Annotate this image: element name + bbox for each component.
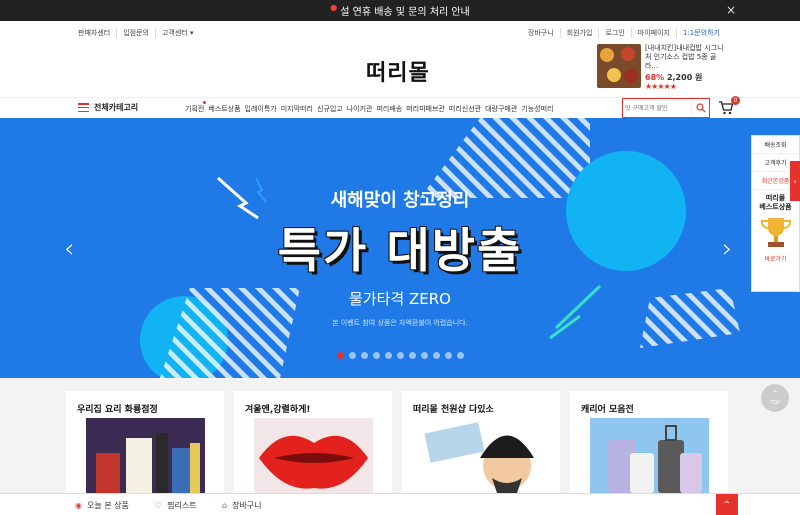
product-card-title: 떠리몰 천원샵 다있소: [413, 405, 494, 415]
recent-viewed-label: 오늘 본 상품: [86, 501, 129, 510]
slide-dot[interactable]: [385, 352, 392, 359]
search-input[interactable]: [623, 104, 691, 112]
promo-price: 68% 2,200 원: [645, 73, 725, 82]
promo-name: [내내치킨]내내컵밥 시그니처 인기소스 컵밥 5종 골라...: [645, 44, 724, 70]
mypage-link[interactable]: 마이페이지: [630, 28, 676, 38]
nav-item-nike[interactable]: 나이키관: [347, 104, 373, 114]
lips-image: [254, 418, 373, 493]
page: ● 설 연휴 배송 및 문의 처리 안내 × 판매자센터 입점문의 고객센터 ▾…: [0, 0, 800, 515]
product-sections: 우리집 요리 화룡점정 겨울엔,강렬하게! 떠리몰 천원샵 다있소 캐리어 모음…: [66, 391, 738, 493]
cart-link[interactable]: 장바구니: [522, 28, 560, 38]
promo-price-value: 2,200 원: [666, 73, 703, 82]
promo-thumbnail: [597, 44, 641, 88]
slide-dot[interactable]: [349, 352, 356, 359]
promo-info: [내내치킨]내내컵밥 시그니처 인기소스 컵밥 5종 골라... 68% 2,2…: [645, 44, 725, 91]
search-icon: [695, 103, 705, 113]
close-icon[interactable]: ×: [726, 3, 736, 17]
seller-center-link[interactable]: 판매자센터: [78, 28, 116, 38]
scroll-top-button[interactable]: ⌃ TOP: [761, 384, 789, 412]
side-more-link[interactable]: 바로가기: [752, 250, 799, 267]
bottom-cart-label: 장바구니: [232, 501, 262, 510]
bag-icon: ⌂: [222, 501, 228, 510]
slide-dot[interactable]: [457, 352, 464, 359]
heart-icon: ♡: [155, 501, 163, 510]
side-delivery-link[interactable]: 배송조회: [752, 136, 799, 154]
slide-dot[interactable]: [373, 352, 380, 359]
product-card[interactable]: 우리집 요리 화룡점정: [66, 391, 224, 493]
floating-side-panel: 배송조회 고객후기 최근본상품 떠리몰 베스트상품 바로가기 ‹: [751, 135, 800, 292]
bottom-cart-button[interactable]: ⌂ 장바구니: [222, 500, 262, 511]
inquiry-link[interactable]: 1:1문의하기: [675, 28, 726, 38]
util-links-right: 장바구니 회원가입 로그인 마이페이지 1:1문의하기: [522, 28, 726, 38]
slide-dot[interactable]: [337, 352, 344, 359]
partner-inquiry-link[interactable]: 입점문의: [116, 28, 155, 38]
nav-item-bulk[interactable]: 대량구매관: [485, 104, 517, 114]
star-rating-icon: ★★★★★: [645, 82, 677, 91]
slide-dot[interactable]: [409, 352, 416, 359]
cart-count-badge: 0: [731, 96, 740, 105]
recent-viewed-button[interactable]: ◉ 오늘 본 상품: [75, 500, 129, 511]
wishlist-button[interactable]: ♡ 찜리스트: [155, 500, 197, 511]
nav-menu: 기획전 베스트상품 입레이특가 미지막떠리 신규입고 나이키관 떠리배송 떠리피…: [185, 101, 557, 114]
menu-icon: [78, 103, 89, 112]
nav-item-last[interactable]: 미지막떠리: [281, 104, 313, 114]
nav-item-fashion[interactable]: 떠리피패브관: [406, 104, 445, 114]
king-character-image: [422, 418, 541, 493]
main-nav: 전체카테고리 기획전 베스트상품 입레이특가 미지막떠리 신규입고 나이키관 떠…: [0, 96, 800, 118]
promo-product[interactable]: [내내치킨]내내컵밥 시그니처 인기소스 컵밥 5종 골라... 68% 2,2…: [597, 44, 727, 91]
notice-dot-icon: ●: [330, 3, 338, 12]
slide-dot[interactable]: [361, 352, 368, 359]
slide-dot[interactable]: [445, 352, 452, 359]
hero-note: 본 이벤트 참여 상품은 차액환불이 어렵습니다.: [332, 319, 468, 327]
nav-item-special[interactable]: 입레이특가: [245, 104, 277, 114]
hero-title: 특가 대방출: [277, 224, 523, 279]
cart-button[interactable]: 0: [718, 96, 740, 116]
notice-bar[interactable]: ● 설 연휴 배송 및 문의 처리 안내 ×: [0, 0, 800, 21]
nav-item-delivery[interactable]: 떠리배송: [376, 104, 402, 114]
promo-discount: 68%: [645, 73, 665, 82]
search-button[interactable]: [691, 99, 709, 117]
nav-item-fresh[interactable]: 떠리신선관: [449, 104, 481, 114]
customer-center-link[interactable]: 고객센터 ▾: [154, 28, 200, 38]
trophy-icon: [760, 218, 791, 247]
site-logo[interactable]: 떠리몰: [366, 55, 430, 87]
top-label: TOP: [769, 400, 780, 406]
util-links-left: 판매자센터 입점문의 고객센터 ▾: [78, 28, 199, 38]
product-card-title: 우리집 요리 화룡점정: [77, 405, 158, 415]
notice-text[interactable]: 설 연휴 배송 및 문의 처리 안내: [340, 3, 469, 18]
chevron-up-icon: ⌃: [771, 390, 779, 400]
header: 판매자센터 입점문의 고객센터 ▾ 장바구니 회원가입 로그인 마이페이지 1:…: [0, 21, 800, 97]
nav-item-plan[interactable]: 기획전: [185, 101, 207, 114]
nav-item-functional[interactable]: 기능성떠리: [521, 104, 553, 114]
slide-dot[interactable]: [397, 352, 404, 359]
side-collapse-tab[interactable]: ‹: [790, 161, 800, 201]
chevron-up-icon[interactable]: ⌃: [716, 494, 738, 515]
all-category-label: 전체카테고리: [94, 103, 139, 112]
product-card-title: 겨울엔,강렬하게!: [245, 405, 311, 415]
all-category-button[interactable]: 전체카테고리: [78, 102, 138, 113]
product-card[interactable]: 겨울엔,강렬하게!: [234, 391, 392, 493]
hero-subtitle: 새해맞이 창고정리: [330, 190, 470, 211]
product-card[interactable]: 캐리어 모음전: [570, 391, 728, 493]
next-slide-button[interactable]: ›: [722, 234, 732, 264]
nav-item-new[interactable]: 신규입고: [317, 104, 343, 114]
product-card[interactable]: 떠리몰 천원샵 다있소: [402, 391, 560, 493]
wishlist-label: 찜리스트: [167, 501, 197, 510]
slide-indicators: [337, 352, 469, 359]
search-box: [622, 98, 710, 118]
nav-item-best[interactable]: 베스트상품: [208, 104, 240, 114]
login-link[interactable]: 로그인: [598, 28, 630, 38]
slide-dot[interactable]: [421, 352, 428, 359]
prev-slide-button[interactable]: ‹: [64, 234, 74, 264]
bottom-bar: ◉ 오늘 본 상품 ♡ 찜리스트 ⌂ 장바구니 ⌃: [0, 493, 800, 515]
product-card-title: 캐리어 모음전: [581, 405, 634, 415]
seasoning-image: [86, 418, 205, 493]
eye-icon: ◉: [75, 501, 82, 510]
hero-tagline: 물가타격 ZERO: [349, 290, 451, 308]
luggage-image: [590, 418, 709, 493]
hero-banner[interactable]: 새해맞이 창고정리 특가 대방출 물가타격 ZERO 본 이벤트 참여 상품은 …: [0, 118, 800, 378]
slide-dot[interactable]: [433, 352, 440, 359]
signup-link[interactable]: 회원가입: [559, 28, 599, 38]
